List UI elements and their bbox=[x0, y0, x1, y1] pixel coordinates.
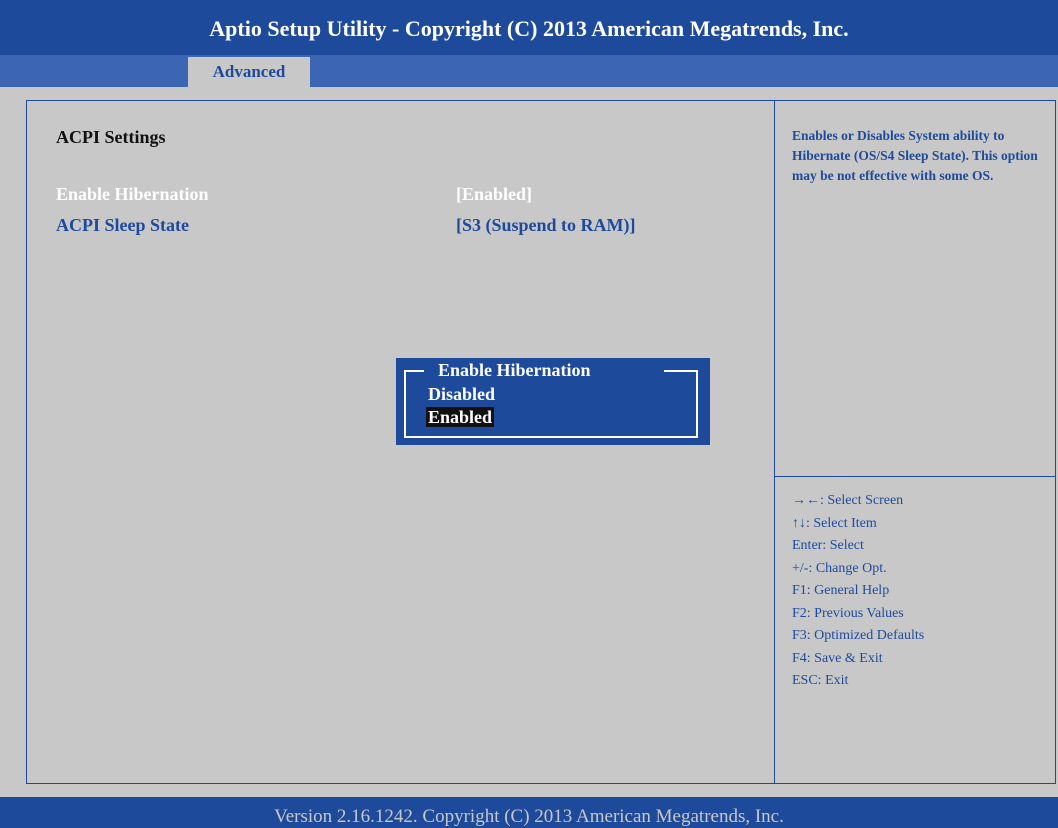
key-help-select-item: ↑↓: Select Item bbox=[792, 515, 877, 531]
key-help-divider bbox=[775, 476, 1056, 477]
enable-hibernation-popup: Enable Hibernation Disabled Enabled bbox=[396, 358, 710, 445]
setting-enable-hibernation[interactable]: Enable Hibernation bbox=[56, 184, 209, 205]
key-help-change-opt: +/-: Change Opt. bbox=[792, 560, 887, 576]
key-help-save-exit: F4: Save & Exit bbox=[792, 650, 883, 666]
key-help-list: →←: Select Screen ↑↓: Select Item Enter:… bbox=[792, 490, 924, 693]
key-help-esc-exit: ESC: Exit bbox=[792, 673, 849, 688]
help-panel-divider bbox=[774, 100, 775, 784]
tab-advanced[interactable]: Advanced bbox=[188, 57, 310, 87]
footer-version: Version 2.16.1242. Copyright (C) 2013 Am… bbox=[0, 797, 1058, 828]
section-title: ACPI Settings bbox=[56, 127, 166, 147]
app-title-bar: Aptio Setup Utility - Copyright (C) 2013… bbox=[0, 0, 1058, 55]
popup-option-disabled[interactable]: Disabled bbox=[426, 384, 497, 404]
key-help-previous-values: F2: Previous Values bbox=[792, 605, 904, 621]
key-help-enter: Enter: Select bbox=[792, 538, 864, 553]
setting-enable-hibernation-value[interactable]: [Enabled] bbox=[456, 184, 532, 205]
popup-border-top-left bbox=[404, 370, 424, 372]
footer-text: Version 2.16.1242. Copyright (C) 2013 Am… bbox=[274, 806, 784, 827]
popup-option-enabled[interactable]: Enabled bbox=[426, 407, 495, 427]
help-description: Enables or Disables System ability to Hi… bbox=[792, 128, 1038, 183]
key-help-general-help: F1: General Help bbox=[792, 583, 890, 598]
app-title: Aptio Setup Utility - Copyright (C) 2013… bbox=[209, 16, 849, 41]
tab-strip bbox=[0, 55, 1058, 87]
key-help-optimized-defaults: F3: Optimized Defaults bbox=[792, 628, 925, 643]
setting-acpi-sleep-state-value[interactable]: [S3 (Suspend to RAM)] bbox=[456, 215, 636, 236]
key-help-select-screen: →←: Select Screen bbox=[792, 493, 904, 508]
popup-title: Enable Hibernation bbox=[432, 360, 597, 381]
popup-border-top-right bbox=[664, 370, 698, 372]
setting-acpi-sleep-state[interactable]: ACPI Sleep State bbox=[56, 215, 189, 236]
tab-advanced-label: Advanced bbox=[212, 62, 286, 81]
